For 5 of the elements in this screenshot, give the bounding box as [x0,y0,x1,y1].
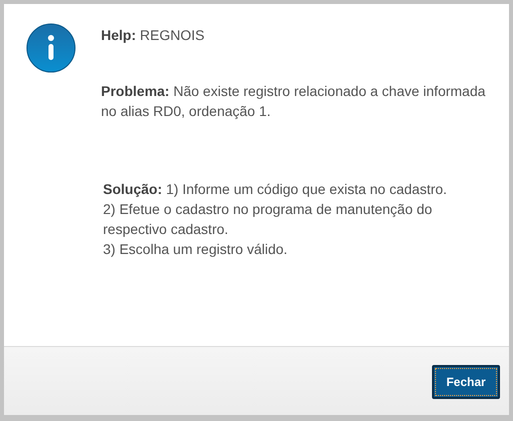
info-icon [26,23,76,73]
close-button[interactable]: Fechar [432,365,500,399]
help-title: Help: REGNOIS [101,26,206,45]
problem-text: Problema: Não existe registro relacionado a chave informada no alias RD0, ordenação 1. [101,82,486,121]
solution-text: Solução: 1) Informe um código que exista no cadastro. 2) Efetue o cadastro no programa de manutenção do respectivo cadastro. 3) Escolha um registro válido. [102,180,448,259]
